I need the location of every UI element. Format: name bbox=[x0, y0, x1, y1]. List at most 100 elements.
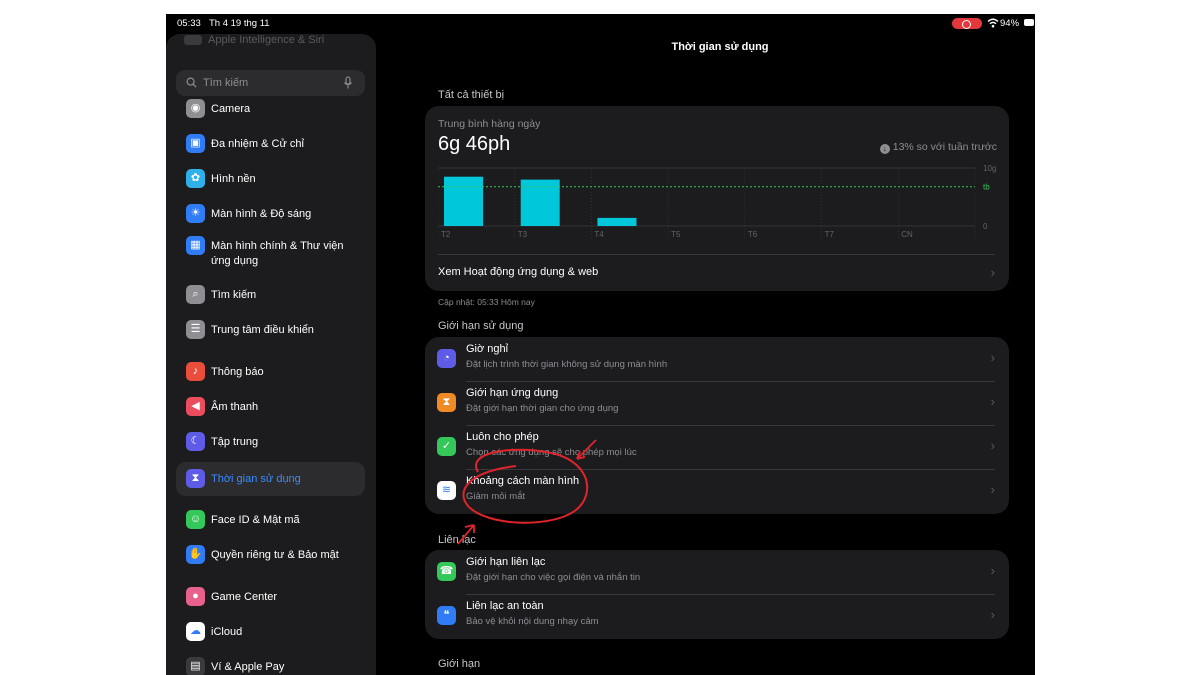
row-subtitle: Giảm mỏi mắt bbox=[466, 491, 526, 502]
row-title: Giới hạn liên lạc bbox=[466, 556, 546, 568]
section-header-communication: Liên lạc bbox=[438, 534, 476, 546]
sidebar-item-0[interactable]: ◉ Camera bbox=[176, 99, 365, 121]
moon-icon: ☾ bbox=[186, 432, 205, 451]
limits-card: ◔ Giờ nghỉ Đặt lịch trình thời gian không … bbox=[425, 337, 1009, 514]
sidebar-item-label: Tìm kiếm bbox=[211, 289, 257, 301]
sidebar-item-4[interactable]: ▦ Màn hình chính & Thư viện ứng dụng bbox=[176, 236, 365, 274]
wallet-icon: ▤ bbox=[186, 657, 205, 675]
battery-percent: 94% bbox=[1000, 18, 1020, 29]
limits-row-0[interactable]: ◔ Giờ nghỉ Đặt lịch trình thời gian không … bbox=[425, 337, 1009, 381]
chart-bar-T2 bbox=[444, 176, 483, 226]
status-date: Th 4 19 thg 11 bbox=[209, 18, 270, 29]
ipad-screen: 05:33 Th 4 19 thg 11 94% Apple Intellige… bbox=[166, 14, 1035, 675]
chevron-right-icon: › bbox=[990, 438, 995, 453]
row-title: Khoảng cách màn hình bbox=[466, 475, 580, 487]
sidebar-item-8[interactable]: ◀ Âm thanh bbox=[176, 397, 365, 419]
search-input[interactable]: Tìm kiếm bbox=[176, 70, 365, 96]
status-time: 05:33 bbox=[177, 18, 201, 29]
communication-row-0[interactable]: ☎ Giới hạn liên lạc Đặt giới hạn cho việc … bbox=[425, 550, 1009, 594]
wallpaper-icon: ✿ bbox=[186, 169, 205, 188]
x-tick-label: T5 bbox=[671, 230, 681, 239]
search-icon bbox=[186, 77, 197, 88]
sidebar-item-1[interactable]: ▣ Đa nhiệm & Cử chỉ bbox=[176, 134, 365, 156]
daily-average-label: Trung bình hàng ngày bbox=[438, 118, 541, 130]
faceid-icon: ☺ bbox=[186, 510, 205, 529]
screen-recording-indicator[interactable] bbox=[952, 18, 982, 29]
sidebar-item-label: Face ID & Mật mã bbox=[211, 514, 300, 526]
row-subtitle: Chọn các ứng dụng sẽ cho phép mọi lúc bbox=[466, 447, 637, 458]
sidebar-item-label: Hình nền bbox=[211, 173, 256, 185]
row-title: Giờ nghỉ bbox=[466, 343, 509, 355]
limits-row-3[interactable]: ≋ Khoảng cách màn hình Giảm mỏi mắt › bbox=[425, 469, 1009, 513]
limits-row-1[interactable]: ⧗ Giới hạn ứng dụng Đặt giới hạn thời gian… bbox=[425, 381, 1009, 425]
row-title: Luôn cho phép bbox=[466, 431, 539, 443]
chevron-right-icon: › bbox=[990, 394, 995, 409]
sidebar-item-9[interactable]: ☾ Tập trung bbox=[176, 432, 365, 454]
sidebar-item-13[interactable]: ● Game Center bbox=[176, 587, 365, 609]
sidebar-item-14[interactable]: ☁ iCloud bbox=[176, 622, 365, 644]
sidebar-item-label: Đa nhiệm & Cử chỉ bbox=[211, 138, 304, 150]
sidebar-item-label: Thông báo bbox=[211, 366, 264, 378]
daily-average-value: 6g 46ph bbox=[438, 133, 511, 155]
row-subtitle: Đặt giới hạn cho việc gọi điện và nhắn t… bbox=[466, 572, 641, 583]
bell-icon: ♪ bbox=[186, 362, 205, 381]
microphone-icon[interactable] bbox=[343, 76, 353, 90]
x-tick-label: T7 bbox=[825, 230, 835, 239]
row-subtitle: Đặt giới hạn thời gian cho ứng dụng bbox=[466, 403, 619, 414]
weekly-comparison-text: 13% so với tuần trước bbox=[892, 141, 997, 153]
section-header-all-devices: Tất cả thiết bị bbox=[438, 89, 505, 101]
arrow-down-circle-icon: ↓ bbox=[879, 144, 890, 154]
row-subtitle: Bảo vệ khỏi nội dung nhạy cảm bbox=[466, 616, 599, 627]
section-header-restrictions: Giới hạn bbox=[438, 658, 481, 670]
sidebar-item-label: iCloud bbox=[211, 626, 243, 638]
x-tick-label: T6 bbox=[748, 230, 758, 239]
sidebar-item-label: Âm thanh bbox=[211, 401, 259, 413]
sidebar-item-label: Camera bbox=[211, 103, 251, 115]
row-title: Giới hạn ứng dụng bbox=[466, 387, 559, 399]
sidebar-item-11[interactable]: ☺ Face ID & Mật mã bbox=[176, 510, 365, 532]
x-tick-label: T2 bbox=[441, 230, 451, 239]
y-tick-label-zero: 0 bbox=[983, 222, 988, 231]
view-activity-label: Xem Hoạt động ứng dụng & web bbox=[438, 266, 599, 278]
usage-summary-card[interactable]: Trung bình hàng ngày 6g 46ph ↓ 13% so với… bbox=[425, 106, 1009, 291]
y-tick-label-average: tb bbox=[983, 183, 990, 192]
chart-bar-T4 bbox=[597, 217, 637, 226]
communication-card: ☎ Giới hạn liên lạc Đặt giới hạn cho việc … bbox=[425, 550, 1009, 639]
sidebar-item-label: Ví & Apple Pay bbox=[211, 661, 285, 673]
sidebar-item-7[interactable]: ♪ Thông báo bbox=[176, 362, 365, 384]
sidebar-item-5[interactable]: ⌕ Tìm kiếm bbox=[176, 285, 365, 307]
limits-row-2[interactable]: ✓ Luôn cho phép Chọn các ứng dụng sẽ cho p… bbox=[425, 425, 1009, 469]
x-tick-label: CN bbox=[901, 230, 913, 239]
sidebar-item-10[interactable]: ⧗ Thời gian sử dụng bbox=[176, 462, 365, 496]
daily-usage-chart: T2 T3 T4 T5 T6 T7 CN 10g tb 0 bbox=[438, 164, 996, 239]
hand-icon: ✋ bbox=[186, 545, 205, 564]
downtime-icon: ◔ bbox=[437, 349, 456, 368]
sidebar-item-label: Trung tâm điều khiển bbox=[211, 324, 314, 336]
sidebar-item-label: Thời gian sử dụng bbox=[211, 473, 301, 485]
chevron-right-icon: › bbox=[990, 350, 995, 365]
settings-sidebar: Apple Intelligence & Siri Tìm kiếm ◉ Came… bbox=[166, 34, 376, 675]
sidebar-item-12[interactable]: ✋ Quyền riêng tư & Bảo mật bbox=[176, 545, 365, 567]
sidebar-item-6[interactable]: ☰ Trung tâm điều khiển bbox=[176, 320, 365, 342]
sidebar-item-15[interactable]: ▤ Ví & Apple Pay bbox=[176, 657, 365, 675]
chevron-right-icon: › bbox=[990, 563, 995, 578]
chevron-right-icon: › bbox=[990, 607, 995, 622]
icloud-icon: ☁ bbox=[186, 622, 205, 641]
x-tick-label: T4 bbox=[594, 230, 604, 239]
row-title: Liên lạc an toàn bbox=[466, 600, 544, 612]
view-activity-row[interactable]: Xem Hoạt động ứng dụng & web › bbox=[425, 255, 1009, 291]
row-subtitle: Đặt lịch trình thời gian không sử dụng m… bbox=[466, 359, 668, 370]
sidebar-item-label: Màn hình & Độ sáng bbox=[211, 208, 312, 220]
screen-distance-icon: ≋ bbox=[437, 481, 456, 500]
chevron-right-icon: › bbox=[990, 482, 995, 497]
checkmark-shield-icon: ✓ bbox=[437, 437, 456, 456]
wifi-icon bbox=[987, 18, 999, 28]
sidebar-item-label: Game Center bbox=[211, 591, 278, 603]
communication-row-1[interactable]: ❝ Liên lạc an toàn Bảo vệ khỏi nội dung nh… bbox=[425, 594, 1009, 638]
sidebar-item-2[interactable]: ✿ Hình nền bbox=[176, 169, 365, 191]
page-title: Thời gian sử dụng bbox=[671, 41, 769, 53]
battery-icon bbox=[1024, 19, 1034, 26]
hourglass-icon: ⧗ bbox=[437, 393, 456, 412]
sidebar-item-3[interactable]: ☀ Màn hình & Độ sáng bbox=[176, 204, 365, 226]
hourglass-icon: ⧗ bbox=[186, 469, 205, 488]
